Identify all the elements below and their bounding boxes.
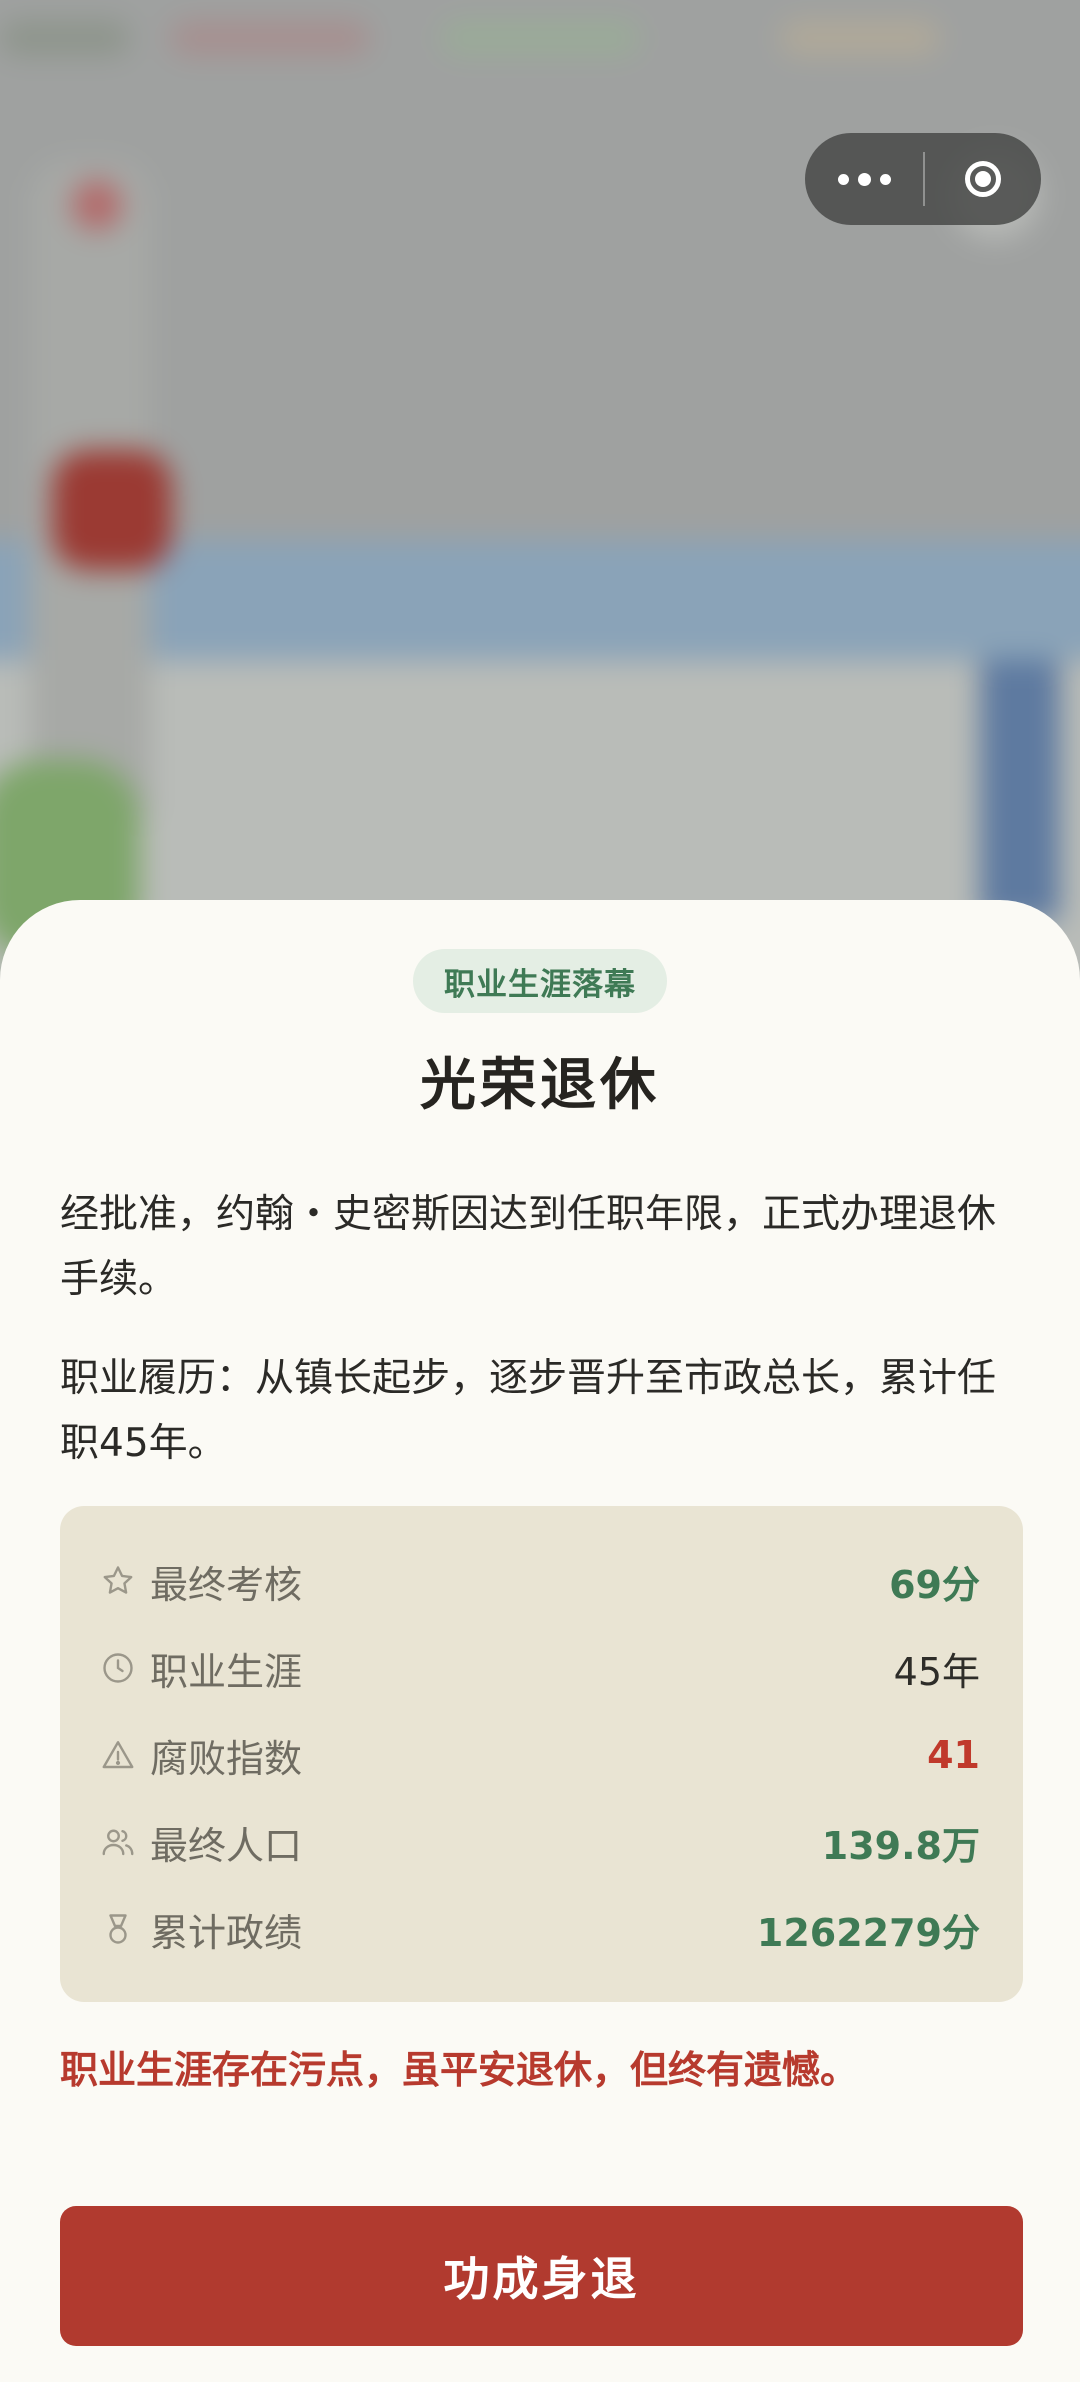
- stat-row-final-review: 最终考核 69分: [60, 1551, 1023, 1611]
- miniprogram-capsule: [805, 133, 1041, 225]
- stat-value: 139.8万: [821, 1823, 980, 1868]
- stat-label: 腐败指数: [150, 1736, 303, 1781]
- stat-row-career-length: 职业生涯 45年: [60, 1638, 1023, 1698]
- stat-value: 41: [927, 1733, 980, 1777]
- sheet-title: 光荣退休: [420, 1052, 660, 1118]
- stat-label: 职业生涯: [150, 1649, 303, 1694]
- stat-value: 45年: [893, 1649, 980, 1694]
- people-icon: [100, 1824, 136, 1860]
- career-end-badge: 职业生涯落幕: [413, 949, 667, 1013]
- retire-button[interactable]: 功成身退: [60, 2206, 1023, 2346]
- clock-icon: [100, 1650, 136, 1686]
- more-dots-icon[interactable]: [805, 133, 923, 225]
- stat-value: 69分: [889, 1562, 980, 1607]
- stat-value: 1262279分: [756, 1910, 980, 1955]
- stats-panel: 最终考核 69分 职业生涯 45年 腐败指数 41 最终人口 139.8万 累计…: [60, 1506, 1023, 2002]
- stat-label: 最终考核: [150, 1562, 303, 1607]
- career-history-paragraph: 职业履历：从镇长起步，逐步晋升至市政总长，累计任职45年。: [60, 1356, 997, 1466]
- target-circle-icon[interactable]: [925, 133, 1041, 225]
- stat-row-final-population: 最终人口 139.8万: [60, 1812, 1023, 1872]
- stat-row-total-achievement: 累计政绩 1262279分: [60, 1899, 1023, 1959]
- star-icon: [100, 1563, 136, 1599]
- stat-label: 最终人口: [150, 1823, 303, 1868]
- retirement-sheet: 职业生涯落幕 光荣退休 经批准，约翰・史密斯因达到任职年限，正式办理退休手续。 …: [0, 900, 1080, 2382]
- stat-row-corruption-index: 腐败指数 41: [60, 1725, 1023, 1785]
- medal-icon: [100, 1911, 136, 1947]
- stat-label: 累计政绩: [150, 1910, 303, 1955]
- career-warning-text: 职业生涯存在污点，虽平安退休，但终有遗憾。: [60, 2048, 859, 2092]
- approval-paragraph: 经批准，约翰・史密斯因达到任职年限，正式办理退休手续。: [60, 1192, 997, 1302]
- warning-triangle-icon: [100, 1737, 136, 1773]
